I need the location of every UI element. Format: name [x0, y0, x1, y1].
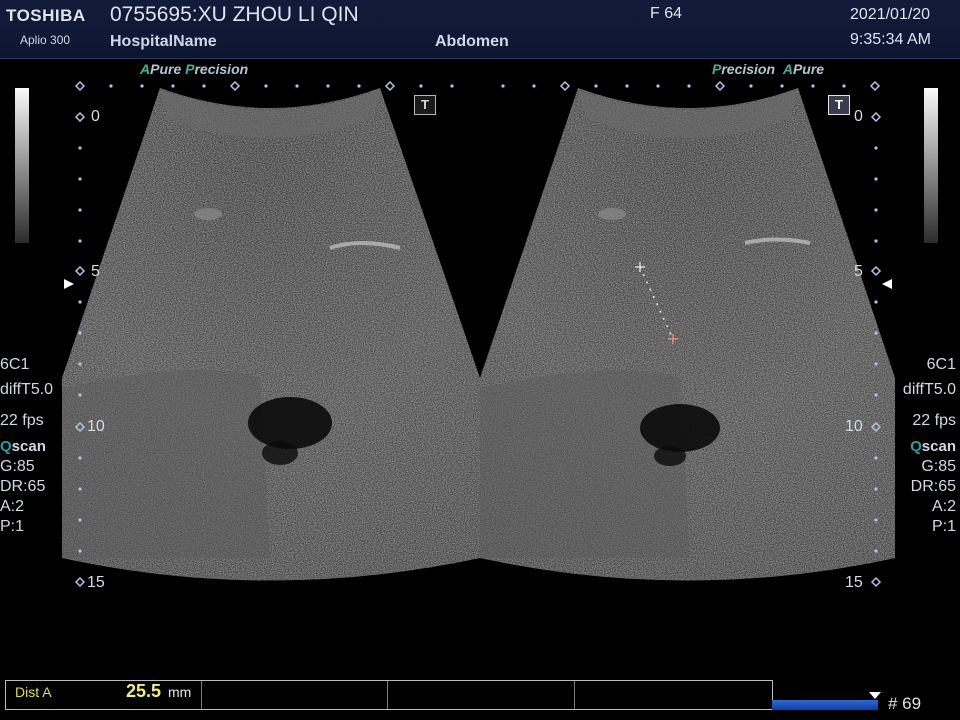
right-depth-label-5: 5 [854, 263, 863, 280]
measurement-label: Dist A [15, 684, 52, 700]
left-depth-label-10: 10 [87, 418, 105, 435]
measurement-result-bar: Dist A 25.5 mm [5, 680, 773, 710]
left-gain-label: G:85 [0, 458, 35, 475]
left-depth-label-0: 0 [91, 108, 100, 125]
right-qscan-label: Qscan [910, 438, 956, 455]
left-depth-label-15: 15 [87, 574, 105, 591]
ultrasound-images [62, 80, 895, 588]
right-depth-label-10: 10 [845, 418, 863, 435]
right-fps-label: 22 fps [912, 412, 956, 429]
left-a-label: A:2 [0, 498, 25, 515]
right-gain-label: G:85 [921, 458, 956, 475]
cine-frame-number: # 69 [888, 694, 922, 713]
right-dr-label: DR:65 [910, 478, 956, 495]
left-mode-label: diffT5.0 [0, 381, 54, 398]
right-focus-arrow[interactable] [882, 279, 892, 289]
left-top-scale-dots [109, 84, 454, 88]
right-ultrasound-sector [480, 88, 895, 581]
measurement-cell-empty [575, 681, 770, 709]
right-image-marker[interactable]: T [828, 95, 850, 115]
right-image-tag: Precision APure [712, 61, 825, 77]
left-image-tag: APure Precision [140, 61, 249, 77]
right-a-label: A:2 [931, 498, 956, 515]
right-depth-label-15: 15 [845, 574, 863, 591]
header-bar: TOSHIBA Aplio 300 0755695:XU ZHOU LI QIN… [0, 0, 960, 59]
cine-position-arrow[interactable] [869, 692, 881, 699]
left-probe-label: 6C1 [0, 356, 30, 373]
exam-time: 9:35:34 AM [850, 31, 931, 48]
measurement-cell-empty [202, 681, 388, 709]
cine-progress-bar[interactable] [772, 700, 878, 710]
measurement-unit: mm [168, 684, 192, 700]
right-mode-label: diffT5.0 [902, 381, 956, 398]
left-dr-label: DR:65 [0, 478, 46, 495]
left-p-label: P:1 [0, 518, 25, 535]
brand-logo: TOSHIBA [6, 6, 86, 25]
left-focus-arrow[interactable] [64, 279, 74, 289]
right-top-scale [559, 80, 881, 92]
left-grayscale-bar [15, 88, 29, 243]
exam-date: 2021/01/20 [850, 6, 931, 23]
left-qscan-label: Qscan [0, 438, 46, 455]
left-image-marker[interactable]: T [414, 95, 436, 115]
right-top-scale-dots [501, 84, 846, 88]
left-fps-label: 22 fps [0, 412, 44, 429]
left-top-scale [74, 80, 396, 92]
exam-preset: Abdomen [435, 33, 509, 50]
measurement-cell-empty [388, 681, 575, 709]
right-probe-label: 6C1 [926, 356, 956, 373]
measurement-cell-dist-a[interactable]: Dist A 25.5 mm [6, 681, 202, 709]
right-depth-label-0: 0 [854, 108, 863, 125]
right-p-label: P:1 [931, 518, 956, 535]
left-depth-label-5: 5 [91, 263, 100, 280]
measurement-value: 25.5 [126, 681, 162, 701]
patient-id: 0755695:XU ZHOU LI QIN [110, 3, 359, 26]
right-grayscale-bar [924, 88, 938, 243]
left-ultrasound-sector [62, 88, 480, 581]
hospital-name: HospitalName [110, 33, 217, 50]
device-model: Aplio 300 [20, 33, 71, 47]
frequency-readout: F 64 [650, 5, 683, 22]
